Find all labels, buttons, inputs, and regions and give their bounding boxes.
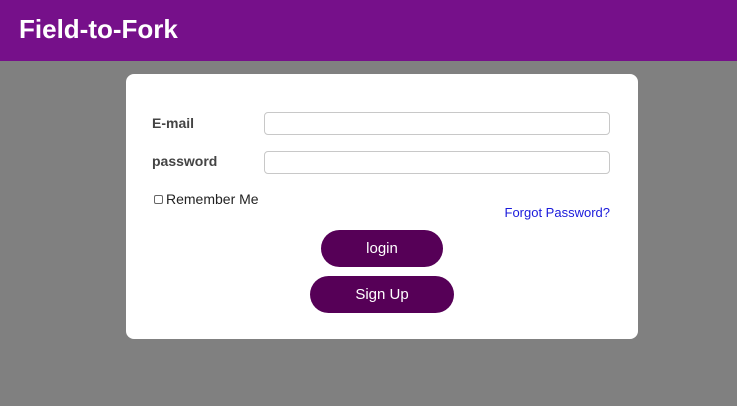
login-button[interactable]: login [321, 230, 443, 267]
login-card: E-mail password Remember Me Forgot Passw… [126, 74, 638, 339]
signup-button[interactable]: Sign Up [310, 276, 454, 313]
password-field[interactable] [264, 151, 610, 174]
email-field[interactable] [264, 112, 610, 135]
remember-me[interactable]: Remember Me [154, 191, 259, 207]
password-label: password [152, 153, 218, 169]
forgot-password-link[interactable]: Forgot Password? [505, 205, 611, 220]
app-header: Field-to-Fork [0, 0, 737, 61]
email-label: E-mail [152, 115, 195, 131]
brand-title: Field-to-Fork [19, 14, 178, 44]
remember-me-label: Remember Me [166, 191, 259, 207]
remember-me-checkbox[interactable] [154, 194, 163, 204]
